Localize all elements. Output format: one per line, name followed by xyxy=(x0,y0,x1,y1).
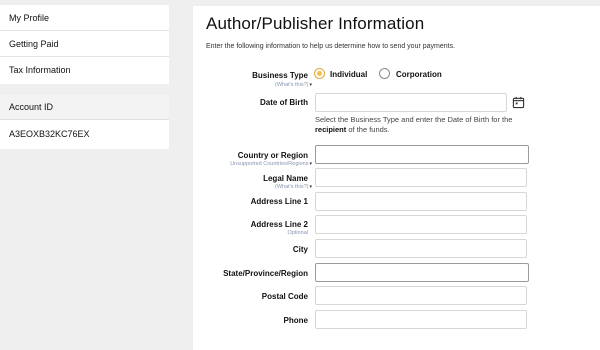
dob-input[interactable] xyxy=(315,93,507,112)
sidebar-item-tax-information[interactable]: Tax Information xyxy=(0,57,169,83)
address2-label: Address Line 2 xyxy=(250,220,308,229)
unsupported-countries-text: Unsupported Countries/Regions xyxy=(230,161,309,167)
address-line-1-input[interactable] xyxy=(315,192,527,211)
state-label: State/Province/Region xyxy=(223,269,308,278)
author-publisher-form: Author/Publisher Information Enter the f… xyxy=(193,6,600,350)
legal-name-input[interactable] xyxy=(315,168,527,187)
business-type-help-text: (What's this?) xyxy=(275,82,309,88)
dob-help-text: Select the Business Type and enter the D… xyxy=(315,115,545,135)
page-title: Author/Publisher Information xyxy=(206,14,425,33)
page-description: Enter the following information to help … xyxy=(206,43,456,50)
sidebar-nav: My Profile Getting Paid Tax Information xyxy=(0,5,169,84)
dob-label: Date of Birth xyxy=(260,98,308,107)
corporation-radio-label[interactable]: Corporation xyxy=(396,70,442,79)
address2-optional: Optional xyxy=(287,230,309,236)
unsupported-countries-link[interactable]: Unsupported Countries/Regions▾ xyxy=(230,161,312,167)
legal-name-help-link[interactable]: (What's this?)▾ xyxy=(275,184,312,190)
country-select[interactable] xyxy=(315,145,529,164)
address1-label: Address Line 1 xyxy=(250,197,308,206)
sidebar-item-getting-paid[interactable]: Getting Paid xyxy=(0,31,169,57)
account-id-header: Account ID xyxy=(0,95,169,120)
sidebar-item-my-profile[interactable]: My Profile xyxy=(0,5,169,31)
dropdown-caret-icon: ▾ xyxy=(309,82,312,88)
account-id-value: A3EOXB32KC76EX xyxy=(9,129,90,139)
corporation-radio[interactable] xyxy=(379,68,390,79)
state-select[interactable] xyxy=(315,263,529,282)
dob-help-bold: recipient xyxy=(315,125,347,134)
account-card: Account ID A3EOXB32KC76EX xyxy=(0,95,169,149)
postal-code-input[interactable] xyxy=(315,286,527,305)
business-type-help-link[interactable]: (What's this?)▾ xyxy=(275,82,312,88)
legal-name-help-text: (What's this?) xyxy=(275,184,309,190)
business-type-label: Business Type xyxy=(252,71,308,80)
individual-radio[interactable] xyxy=(314,68,325,79)
individual-radio-label[interactable]: Individual xyxy=(330,70,367,79)
postal-code-label: Postal Code xyxy=(261,292,308,301)
account-id-header-label: Account ID xyxy=(9,102,54,112)
dropdown-caret-icon: ▾ xyxy=(309,161,312,167)
legal-name-label: Legal Name xyxy=(263,174,308,183)
country-label: Country or Region xyxy=(237,151,308,160)
city-label: City xyxy=(292,245,308,254)
calendar-icon[interactable] xyxy=(512,96,525,109)
dob-help-suffix: of the funds. xyxy=(346,125,390,134)
dropdown-caret-icon: ▾ xyxy=(309,184,312,190)
address-line-2-input[interactable] xyxy=(315,215,527,234)
phone-label: Phone xyxy=(283,316,308,325)
phone-input[interactable] xyxy=(315,310,527,329)
city-input[interactable] xyxy=(315,239,527,258)
dob-help-prefix: Select the Business Type and enter the D… xyxy=(315,115,513,124)
